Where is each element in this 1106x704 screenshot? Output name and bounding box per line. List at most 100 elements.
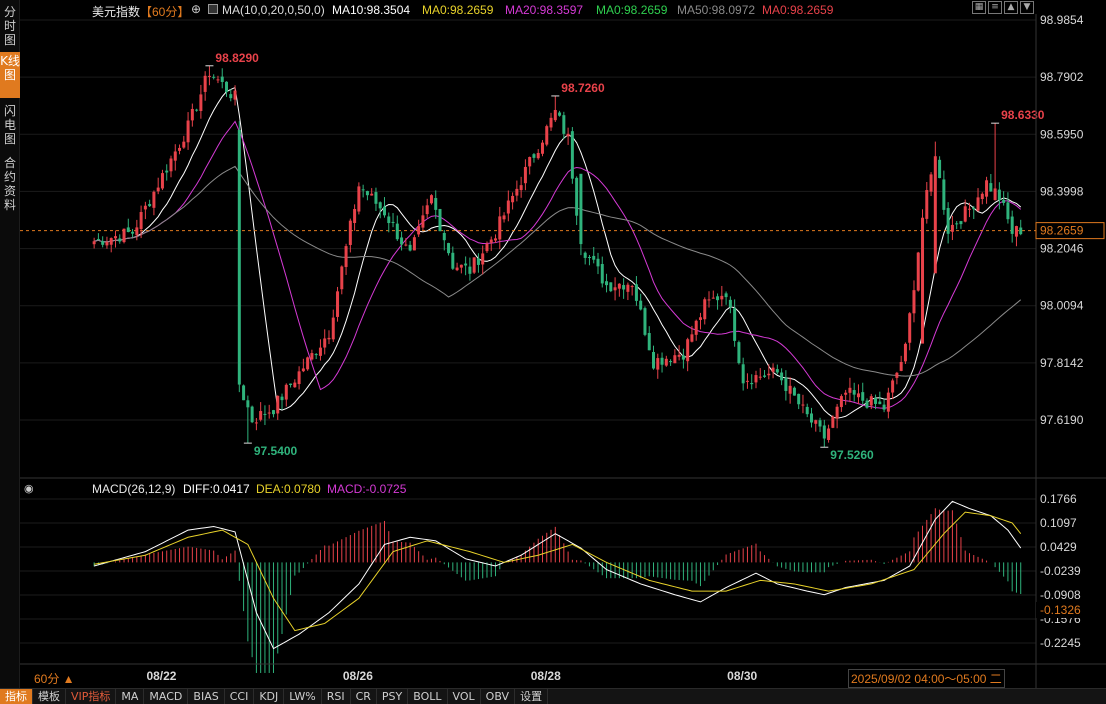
candle-body [404,244,408,246]
candle-body [626,284,630,292]
candle-body [690,334,694,342]
indicator-tab--0[interactable]: 指标 [0,689,33,704]
candle-body [233,90,237,100]
indicator-tab-kdj-7[interactable]: KDJ [254,689,285,704]
candle-body [955,223,959,225]
candle-body [763,375,767,377]
candle-body [835,406,839,419]
indicator-tab-bias-5[interactable]: BIAS [188,689,225,704]
ma10-line [94,86,1022,419]
candle-body [856,393,860,398]
candle-body [314,354,318,356]
candle-body [950,224,954,232]
candle-body [378,202,382,209]
indicator-tab-cr-10[interactable]: CR [351,689,377,704]
candle-body [498,216,502,240]
candle-body [160,173,164,189]
candle-body [946,208,950,234]
candle-body [186,120,190,143]
candle-body [848,387,852,393]
candle-body [425,205,429,215]
candle-body [711,297,715,299]
candle-body [997,189,1001,201]
candle-body [216,79,220,81]
candle-body [895,372,899,378]
candle-body [579,173,583,245]
candle-body [609,282,613,292]
candle-body [412,237,416,251]
candle-body [634,284,638,301]
candle-body [340,266,344,290]
candle-body [365,191,369,196]
indicator-tab--15[interactable]: 设置 [515,689,549,704]
candle-body [605,281,609,286]
candle-body [165,170,169,173]
candle-body [122,228,126,243]
extreme-price-label: 98.7260 [561,81,605,95]
candle-body [207,75,211,77]
candle-body [775,369,779,373]
candle-body [831,416,835,428]
indicator-tab-vol-13[interactable]: VOL [448,689,481,704]
candle-body [336,291,340,317]
candle-body [912,290,916,314]
candle-body [933,156,937,274]
price-tick-label: 98.5950 [1040,127,1084,141]
candle-body [596,258,600,267]
indicator-tab-ma-3[interactable]: MA [116,689,145,704]
indicator-tab-boll-12[interactable]: BOLL [408,689,448,704]
indicator-tab-psy-11[interactable]: PSY [377,689,409,704]
macd-close-icon[interactable]: ◉ [24,482,34,495]
chart-canvas[interactable]: 98.8290 97.5400 98.7260 97.5260 98.6330 98.9… [0,0,1106,704]
candle-body [135,227,139,236]
candle-body [899,361,903,371]
candle-body [600,263,604,284]
indicator-tab-cci-6[interactable]: CCI [225,689,255,704]
candle-body [903,343,907,362]
candle-body [553,109,557,121]
indicator-tab-macd-4[interactable]: MACD [144,689,189,704]
candle-body [562,115,566,134]
candle-body [459,264,463,268]
candle-body [784,377,788,391]
candle-body [664,358,668,366]
candle-body [750,383,754,385]
candle-body [540,142,544,154]
candle-body [818,420,822,427]
candle-body [827,428,831,440]
candle-body [929,174,933,192]
candle-body [839,396,843,408]
candle-body [451,252,455,269]
price-tick-label: 97.8142 [1040,356,1084,370]
candle-body [400,237,404,245]
ma20-line [94,120,1022,409]
candle-body [788,385,792,394]
candle-body [583,252,587,258]
price-tick-label: 98.9854 [1040,13,1084,27]
candle-body [195,109,199,111]
indicator-tab-obv-14[interactable]: OBV [481,689,516,704]
candle-body [515,188,519,196]
indicator-tab-vip-2[interactable]: VIP指标 [66,689,117,704]
candle-body [686,339,690,362]
candle-body [908,313,912,343]
indicator-tab-lw-8[interactable]: LW% [284,689,322,704]
x-tick-label: 08/22 [146,669,176,683]
period-selector[interactable]: 60分 ▲ [34,670,75,687]
candle-body [639,300,643,310]
candle-body [442,232,446,241]
candle-body [523,166,527,184]
candle-body [455,267,459,271]
candle-body [844,392,848,395]
candle-body [374,192,378,204]
indicator-tab--1[interactable]: 模板 [33,689,66,704]
candle-body [989,183,993,192]
indicator-tab-rsi-9[interactable]: RSI [322,689,351,704]
candle-body [566,133,570,137]
candle-body [306,357,310,370]
x-tick-label: 08/28 [531,669,561,683]
candle-body [865,400,869,408]
candle-body [967,208,971,210]
candle-body [101,241,105,245]
macd-tick-label: 0.1097 [1040,516,1077,530]
